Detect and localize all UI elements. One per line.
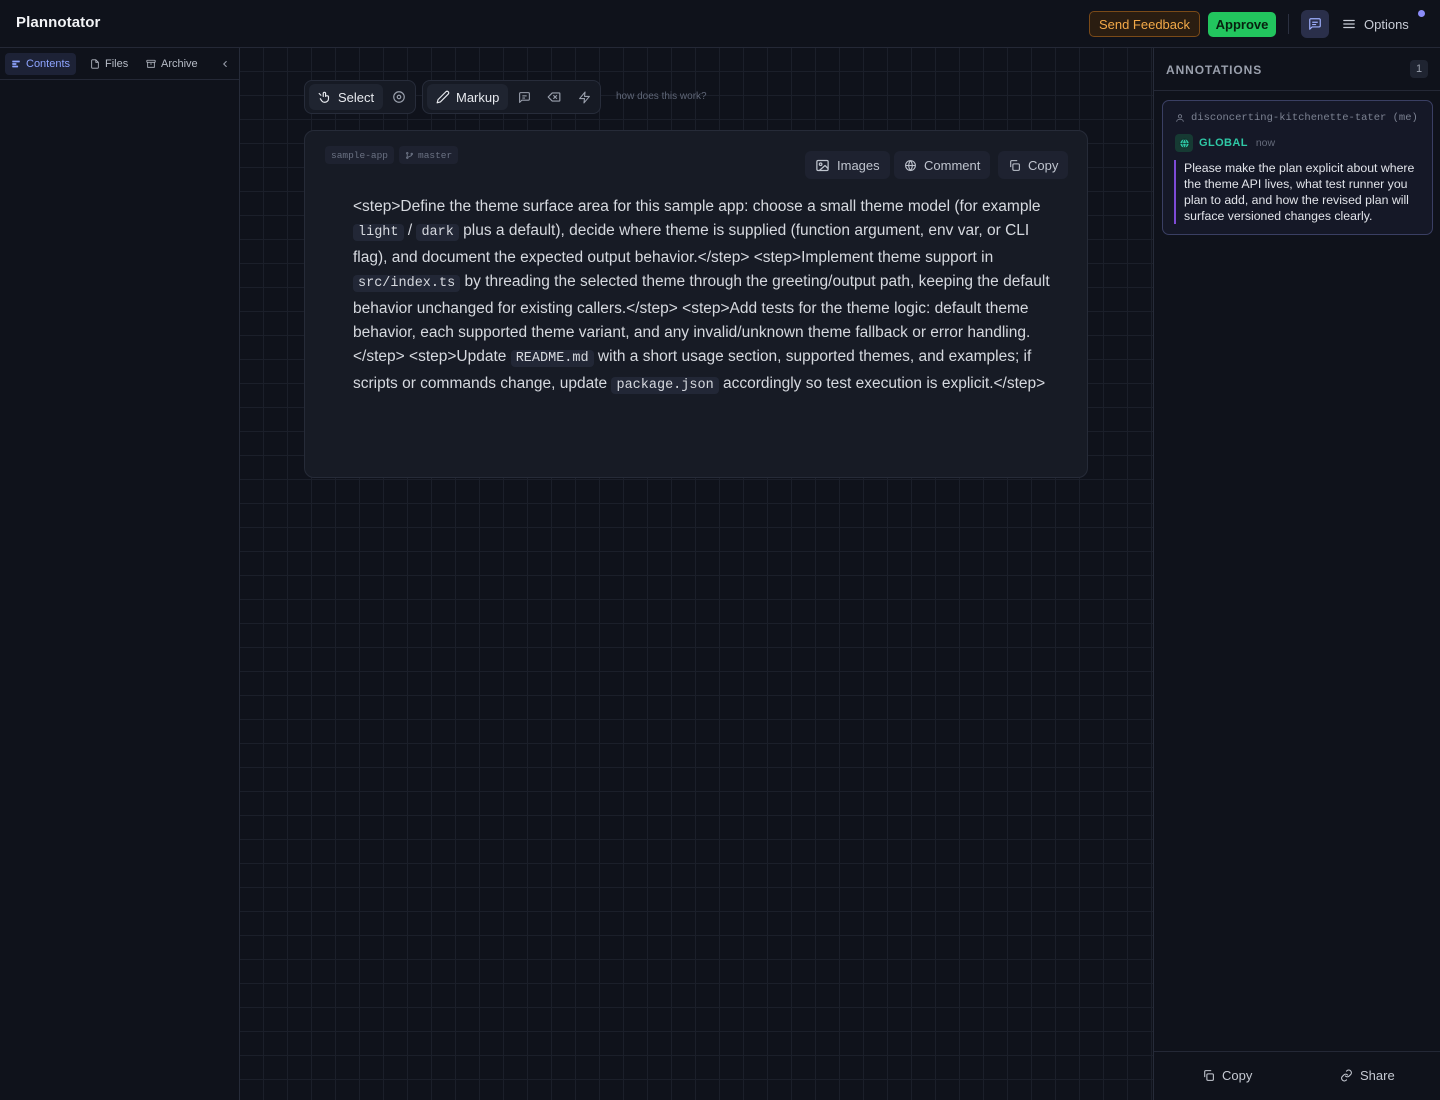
sidebar-tabs: Contents Files Archive: [0, 48, 239, 80]
author-name: disconcerting-kitchenette-tater (me): [1191, 112, 1418, 124]
archive-icon: [146, 59, 156, 68]
markup-toolgroup: Markup: [422, 80, 601, 114]
annotations-count-badge: 1: [1410, 60, 1428, 78]
app-title: Plannotator: [16, 14, 101, 31]
inline-code: README.md: [510, 350, 594, 368]
copy-label: Copy: [1028, 157, 1059, 173]
inline-code: light: [353, 224, 404, 242]
annotation-time: now: [1255, 137, 1276, 149]
message-square-icon: [1309, 18, 1321, 30]
crosshair-icon: [393, 91, 405, 103]
delete-tool-button[interactable]: [541, 84, 567, 110]
plan-text-segment: /: [403, 222, 417, 240]
chevron-left-icon: [223, 60, 227, 68]
select-tool-button[interactable]: Select: [309, 84, 384, 110]
annotation-author: disconcerting-kitchenette-tater (me): [1175, 112, 1418, 124]
footer-copy-label: Copy: [1222, 1068, 1253, 1083]
annotation-card[interactable]: disconcerting-kitchenette-tater (me) GLO…: [1162, 100, 1433, 235]
notification-dot: [1418, 10, 1425, 17]
list-icon: [12, 60, 20, 68]
tab-contents[interactable]: Contents: [5, 53, 77, 75]
eraser-icon: [547, 92, 561, 102]
approve-button[interactable]: Approve: [1208, 12, 1276, 37]
inline-code: src/index.ts: [353, 275, 461, 293]
footer-copy-button[interactable]: Copy: [1202, 1068, 1252, 1083]
options-button[interactable]: Options: [1342, 11, 1409, 37]
footer-share-label: Share: [1360, 1068, 1395, 1083]
markup-label: Markup: [456, 89, 500, 105]
annotation-scope: GLOBAL: [1199, 137, 1248, 149]
branch-chip: master: [399, 146, 459, 164]
git-branch-icon: [406, 151, 413, 159]
images-button[interactable]: Images: [805, 151, 890, 179]
select-label: Select: [338, 89, 375, 105]
markup-tool-button[interactable]: Markup: [427, 84, 509, 110]
annotations-header: ANNOTATIONS 1: [1154, 48, 1440, 91]
annotations-panel: ANNOTATIONS 1 disconcerting-kitchenette-…: [1153, 48, 1440, 1100]
comment-button[interactable]: Comment: [894, 151, 991, 179]
globe-icon: [1179, 138, 1189, 149]
annotations-toggle-button[interactable]: [1301, 10, 1329, 38]
tab-label: Files: [105, 58, 129, 70]
link-icon: [1341, 1069, 1352, 1082]
send-feedback-button[interactable]: Send Feedback: [1089, 11, 1200, 37]
tab-label: Archive: [161, 58, 198, 70]
selection-toolgroup: Select: [304, 80, 416, 114]
annotations-footer: Copy Share: [1154, 1051, 1440, 1100]
file-icon: [91, 59, 99, 69]
image-icon: [816, 159, 829, 171]
images-label: Images: [837, 157, 880, 173]
tab-files[interactable]: Files: [84, 53, 134, 75]
user-icon: [1176, 114, 1184, 122]
annotation-meta: GLOBAL now: [1175, 134, 1275, 152]
pointer-icon: [318, 91, 330, 103]
plan-document-card: sample-app master Images Comment Copy <s…: [304, 130, 1088, 478]
plan-text[interactable]: <step>Define the theme surface area for …: [353, 195, 1053, 398]
comment-label: Comment: [924, 157, 981, 173]
copy-icon: [1010, 159, 1020, 171]
annotation-text: Please make the plan explicit about wher…: [1174, 160, 1424, 224]
copy-plan-button[interactable]: Copy: [998, 151, 1069, 179]
top-header: Plannotator Send Feedback Approve Option…: [0, 0, 1440, 48]
tab-archive[interactable]: Archive: [140, 53, 204, 75]
help-link[interactable]: how does this work?: [616, 91, 707, 102]
lightning-icon: [578, 91, 590, 103]
comment-icon: [518, 91, 530, 103]
copy-icon: [1204, 1070, 1214, 1081]
globe-icon: [905, 159, 916, 171]
tab-label: Contents: [26, 58, 71, 70]
left-sidebar: Contents Files Archive: [0, 48, 240, 1100]
collapse-sidebar-button[interactable]: [218, 57, 232, 71]
plan-text-segment: <step>Define the theme surface area for …: [353, 198, 1041, 215]
quick-tool-button[interactable]: [571, 84, 597, 110]
global-scope-badge: [1175, 134, 1193, 152]
project-chip: sample-app: [325, 146, 395, 164]
header-divider: [1288, 14, 1289, 34]
main-canvas: Select Markup how does this work? sample…: [240, 48, 1153, 1100]
pin-tool-button[interactable]: [386, 84, 412, 110]
annotations-title: ANNOTATIONS: [1166, 63, 1263, 77]
inline-code: dark: [416, 224, 459, 242]
menu-icon: [1343, 19, 1355, 29]
options-label: Options: [1364, 16, 1409, 32]
plan-text-segment: accordingly so test execution is explici…: [718, 374, 1046, 392]
pencil-icon: [436, 90, 450, 104]
inline-code: package.json: [611, 376, 719, 394]
branch-label: master: [418, 149, 453, 161]
comment-tool-button[interactable]: [511, 84, 537, 110]
footer-share-button[interactable]: Share: [1340, 1068, 1395, 1083]
